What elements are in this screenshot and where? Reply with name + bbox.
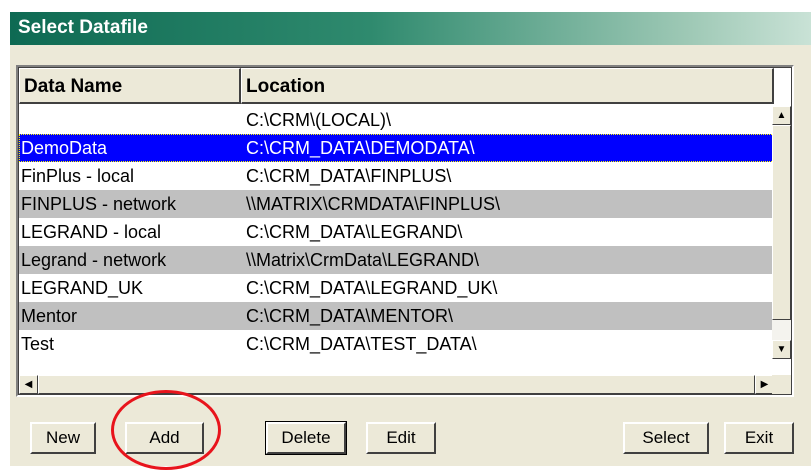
table-row[interactable]: DemoData C:\CRM_DATA\DEMODATA\ <box>19 134 774 162</box>
table-row[interactable]: Legrand - network \\Matrix\CrmData\LEGRAN… <box>19 246 774 274</box>
table-row[interactable]: Mentor C:\CRM_DATA\MENTOR\ <box>19 302 774 330</box>
table-row[interactable]: FINPLUS - network \\MATRIX\CRMDATA\FINPLU… <box>19 190 774 218</box>
cell-location: \\Matrix\CrmData\LEGRAND\ <box>246 250 480 270</box>
scroll-up-icon[interactable]: ▲ <box>772 106 791 125</box>
datafile-list-body: Data Name Location C:\CRM\(LOCAL)\ DemoDa… <box>19 68 791 394</box>
horizontal-scroll-thumb[interactable] <box>38 375 755 394</box>
scroll-down-icon[interactable]: ▼ <box>772 340 791 359</box>
exit-button[interactable]: Exit <box>724 422 794 454</box>
cell-data-name: Mentor <box>21 306 78 326</box>
scroll-left-icon[interactable]: ◀ <box>19 375 38 394</box>
cell-location: C:\CRM\(LOCAL)\ <box>246 110 392 130</box>
column-header-location[interactable]: Location <box>241 68 774 104</box>
table-row[interactable]: LEGRAND - local C:\CRM_DATA\LEGRAND\ <box>19 218 774 246</box>
cell-data-name: FinPlus - local <box>21 166 135 186</box>
horizontal-scrollbar[interactable]: ◀ ▶ <box>19 375 774 394</box>
table-row[interactable]: C:\CRM\(LOCAL)\ <box>19 106 774 134</box>
cell-location: C:\CRM_DATA\TEST_DATA\ <box>246 334 477 354</box>
table-row[interactable]: Test C:\CRM_DATA\TEST_DATA\ <box>19 330 774 358</box>
dialog-title: Select Datafile <box>18 17 148 38</box>
table-row[interactable]: FinPlus - local C:\CRM_DATA\FINPLUS\ <box>19 162 774 190</box>
delete-button[interactable]: Delete <box>265 421 347 455</box>
list-header: Data Name Location <box>19 68 774 106</box>
cell-location: C:\CRM_DATA\DEMODATA\ <box>246 138 475 158</box>
vertical-scroll-track[interactable] <box>772 320 791 340</box>
cell-location: C:\CRM_DATA\FINPLUS\ <box>246 166 452 186</box>
cell-location: C:\CRM_DATA\LEGRAND\ <box>246 222 463 242</box>
cell-data-name: Legrand - network <box>21 250 167 270</box>
cell-data-name: FINPLUS - network <box>21 194 177 214</box>
cell-location: \\MATRIX\CRMDATA\FINPLUS\ <box>246 194 501 214</box>
cell-data-name: LEGRAND_UK <box>21 278 144 298</box>
cell-location: C:\CRM_DATA\LEGRAND_UK\ <box>246 278 498 298</box>
list-rows: C:\CRM\(LOCAL)\ DemoData C:\CRM_DATA\DEMOD… <box>19 106 774 359</box>
vertical-scroll-thumb[interactable] <box>772 125 791 320</box>
select-button[interactable]: Select <box>623 422 709 454</box>
cell-data-name: DemoData <box>21 138 108 158</box>
cell-data-name: Test <box>21 334 55 354</box>
vertical-scrollbar[interactable]: ▲ ▼ <box>772 106 791 359</box>
scrollbar-corner <box>772 375 791 394</box>
new-button[interactable]: New <box>30 422 96 454</box>
cell-data-name: LEGRAND - local <box>21 222 162 242</box>
column-header-data-name[interactable]: Data Name <box>19 68 241 104</box>
table-row[interactable]: LEGRAND_UK C:\CRM_DATA\LEGRAND_UK\ <box>19 274 774 302</box>
datafile-list[interactable]: Data Name Location C:\CRM\(LOCAL)\ DemoDa… <box>16 65 794 397</box>
add-button[interactable]: Add <box>125 422 204 454</box>
cell-location: C:\CRM_DATA\MENTOR\ <box>246 306 454 326</box>
title-bar[interactable]: Select Datafile <box>10 12 811 45</box>
edit-button[interactable]: Edit <box>366 422 436 454</box>
